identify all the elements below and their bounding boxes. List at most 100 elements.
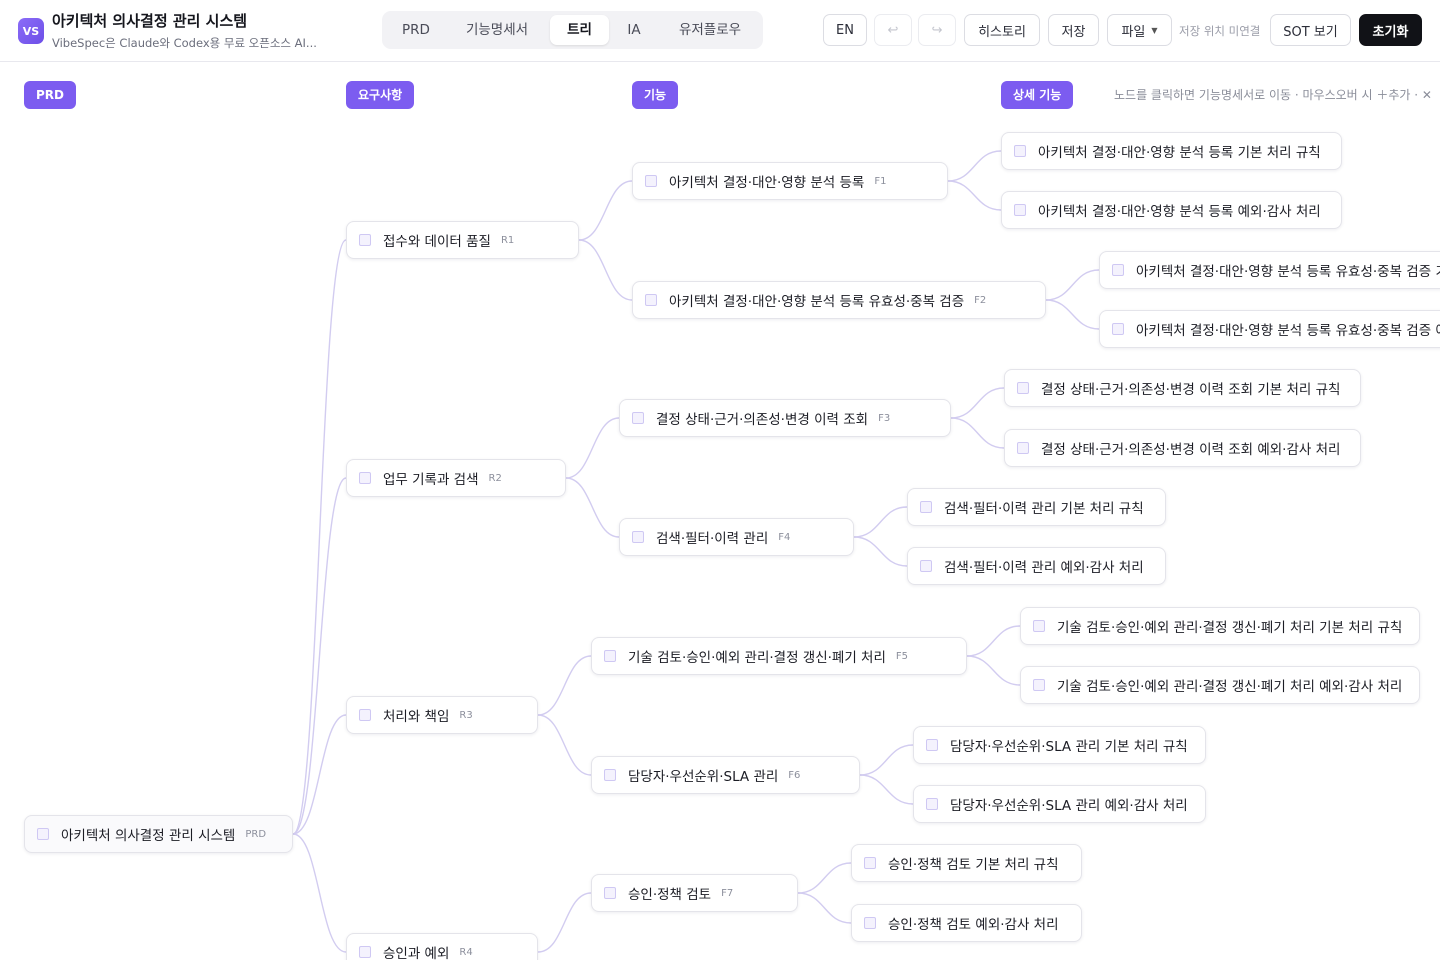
tree-node-feature[interactable]: 담당자·우선순위·SLA 관리 F6 xyxy=(591,756,860,794)
tree-link xyxy=(947,180,1002,211)
node-checkbox[interactable] xyxy=(1112,264,1124,276)
node-label: 아키텍처 결정·대안·영향 분석 등록 유효성·중복 검증 xyxy=(669,294,965,310)
sot-view-button[interactable]: SOT 보기 xyxy=(1270,14,1351,46)
node-label: 기술 검토·승인·예외 관리·결정 갱신·폐기 처리 xyxy=(628,650,886,666)
node-checkbox[interactable] xyxy=(1017,442,1029,454)
tree-node-detail[interactable]: 결정 상태·근거·의존성·변경 이력 조회 기본 처리 규칙 xyxy=(1004,369,1361,407)
tree-link xyxy=(950,387,1005,419)
tree-link xyxy=(292,239,347,835)
tab-prd[interactable]: PRD xyxy=(386,15,446,45)
tree-node-detail[interactable]: 기술 검토·승인·예외 관리·결정 갱신·폐기 처리 예외·감사 처리 xyxy=(1020,666,1420,704)
node-checkbox[interactable] xyxy=(926,739,938,751)
node-code: F6 xyxy=(788,769,801,781)
tree-node-detail[interactable]: 아키텍처 결정·대안·영향 분석 등록 예외·감사 처리 xyxy=(1001,191,1342,229)
tree-node-detail[interactable]: 결정 상태·근거·의존성·변경 이력 조회 예외·감사 처리 xyxy=(1004,429,1361,467)
node-code: F2 xyxy=(974,294,987,306)
tree-link xyxy=(1045,269,1100,301)
node-label: 기술 검토·승인·예외 관리·결정 갱신·폐기 처리 예외·감사 처리 xyxy=(1057,679,1403,695)
tab-tree[interactable]: 트리 xyxy=(550,15,609,45)
language-toggle-button[interactable]: EN xyxy=(823,14,867,46)
tree-canvas[interactable]: 아키텍처 의사결정 관리 시스템 PRD 접수와 데이터 품질 R1 업무 기록과 검색… xyxy=(0,63,1440,960)
node-code: R4 xyxy=(459,946,473,958)
tree-node-requirement[interactable]: 처리와 책임 R3 xyxy=(346,696,538,734)
tree-node-feature[interactable]: 아키텍처 결정·대안·영향 분석 등록 유효성·중복 검증 F2 xyxy=(632,281,1046,319)
tree-node-prd-root[interactable]: 아키텍처 의사결정 관리 시스템 PRD xyxy=(24,815,293,853)
node-checkbox[interactable] xyxy=(864,857,876,869)
node-checkbox[interactable] xyxy=(864,917,876,929)
tree-node-detail[interactable]: 담당자·우선순위·SLA 관리 예외·감사 처리 xyxy=(913,785,1206,823)
node-checkbox[interactable] xyxy=(1017,382,1029,394)
tree-node-detail[interactable]: 검색·필터·이력 관리 예외·감사 처리 xyxy=(907,547,1166,585)
tab-function-spec[interactable]: 기능명세서 xyxy=(452,15,542,45)
undo-button[interactable]: ↩ xyxy=(874,14,912,46)
tree-node-detail[interactable]: 아키텍처 결정·대안·영향 분석 등록 유효성·중복 검증 예외·감사 처리 xyxy=(1099,310,1440,348)
node-checkbox[interactable] xyxy=(604,887,616,899)
redo-button[interactable]: ↪ xyxy=(918,14,956,46)
node-checkbox[interactable] xyxy=(604,650,616,662)
tree-link xyxy=(859,774,914,805)
node-checkbox[interactable] xyxy=(359,472,371,484)
tree-node-detail[interactable]: 검색·필터·이력 관리 기본 처리 규칙 xyxy=(907,488,1166,526)
node-label: 아키텍처 결정·대안·영향 분석 등록 유효성·중복 검증 예외·감사 처리 xyxy=(1136,323,1440,339)
tree-node-feature[interactable]: 승인·정책 검토 F7 xyxy=(591,874,798,912)
tree-node-detail[interactable]: 아키텍처 결정·대안·영향 분석 등록 기본 처리 규칙 xyxy=(1001,132,1342,170)
node-label: 결정 상태·근거·의존성·변경 이력 조회 기본 처리 규칙 xyxy=(1041,382,1341,398)
node-checkbox[interactable] xyxy=(926,798,938,810)
tree-link xyxy=(966,625,1021,657)
reset-button[interactable]: 초기화 xyxy=(1359,14,1422,46)
tree-node-detail[interactable]: 기술 검토·승인·예외 관리·결정 갱신·폐기 처리 기본 처리 규칙 xyxy=(1020,607,1420,645)
node-code: PRD xyxy=(245,828,267,840)
tree-node-feature[interactable]: 검색·필터·이력 관리 F4 xyxy=(619,518,854,556)
tree-link xyxy=(292,833,347,953)
tree-link xyxy=(537,892,592,953)
tree-link xyxy=(537,714,592,776)
tree-node-feature[interactable]: 아키텍처 결정·대안·영향 분석 등록 F1 xyxy=(632,162,948,200)
tree-node-requirement[interactable]: 업무 기록과 검색 R2 xyxy=(346,459,566,497)
node-checkbox[interactable] xyxy=(645,175,657,187)
node-checkbox[interactable] xyxy=(1014,145,1026,157)
node-checkbox[interactable] xyxy=(645,294,657,306)
node-checkbox[interactable] xyxy=(1033,620,1045,632)
tree-node-feature[interactable]: 기술 검토·승인·예외 관리·결정 갱신·폐기 처리 F5 xyxy=(591,637,967,675)
node-checkbox[interactable] xyxy=(920,501,932,513)
node-checkbox[interactable] xyxy=(37,828,49,840)
file-menu-button[interactable]: 파일 ▼ xyxy=(1107,14,1172,46)
node-checkbox[interactable] xyxy=(920,560,932,572)
tree-link xyxy=(797,862,852,894)
view-tabs: PRD 기능명세서 트리 IA 유저플로우 xyxy=(382,11,763,49)
tree-node-detail[interactable]: 아키텍처 결정·대안·영향 분석 등록 유효성·중복 검증 기본 처리 규칙 xyxy=(1099,251,1440,289)
history-button[interactable]: 히스토리 xyxy=(964,14,1040,46)
node-checkbox[interactable] xyxy=(1014,204,1026,216)
tab-ia[interactable]: IA xyxy=(614,15,654,45)
node-checkbox[interactable] xyxy=(359,709,371,721)
tree-node-feature[interactable]: 결정 상태·근거·의존성·변경 이력 조회 F3 xyxy=(619,399,951,437)
tree-link xyxy=(537,655,592,716)
file-menu-label: 파일 xyxy=(1121,24,1146,40)
node-checkbox[interactable] xyxy=(359,946,371,958)
node-code: F5 xyxy=(895,650,909,662)
tab-user-flow[interactable]: 유저플로우 xyxy=(664,15,756,45)
node-checkbox[interactable] xyxy=(632,412,644,424)
chevron-down-icon: ▼ xyxy=(1151,25,1158,35)
tree-node-requirement[interactable]: 승인과 예외 R4 xyxy=(346,933,538,960)
node-code: F4 xyxy=(778,531,791,543)
node-checkbox[interactable] xyxy=(604,769,616,781)
node-label: 아키텍처 결정·대안·영향 분석 등록 예외·감사 처리 xyxy=(1038,204,1321,220)
tree-node-requirement[interactable]: 접수와 데이터 품질 R1 xyxy=(346,221,579,259)
tree-link xyxy=(565,477,620,538)
node-checkbox[interactable] xyxy=(1112,323,1124,335)
node-checkbox[interactable] xyxy=(1033,679,1045,691)
node-code: F1 xyxy=(874,175,887,187)
tree-node-detail[interactable]: 담당자·우선순위·SLA 관리 기본 처리 규칙 xyxy=(913,726,1206,764)
tree-node-detail[interactable]: 승인·정책 검토 기본 처리 규칙 xyxy=(851,844,1082,882)
node-checkbox[interactable] xyxy=(359,234,371,246)
node-label: 검색·필터·이력 관리 예외·감사 처리 xyxy=(944,560,1144,576)
save-button[interactable]: 저장 xyxy=(1048,14,1099,46)
tree-link xyxy=(950,417,1005,449)
node-label: 담당자·우선순위·SLA 관리 기본 처리 규칙 xyxy=(950,739,1188,755)
tree-node-detail[interactable]: 승인·정책 검토 예외·감사 처리 xyxy=(851,904,1082,942)
node-code: R1 xyxy=(500,234,515,246)
tree-link xyxy=(565,417,620,479)
node-checkbox[interactable] xyxy=(632,531,644,543)
tree-link xyxy=(859,744,914,776)
